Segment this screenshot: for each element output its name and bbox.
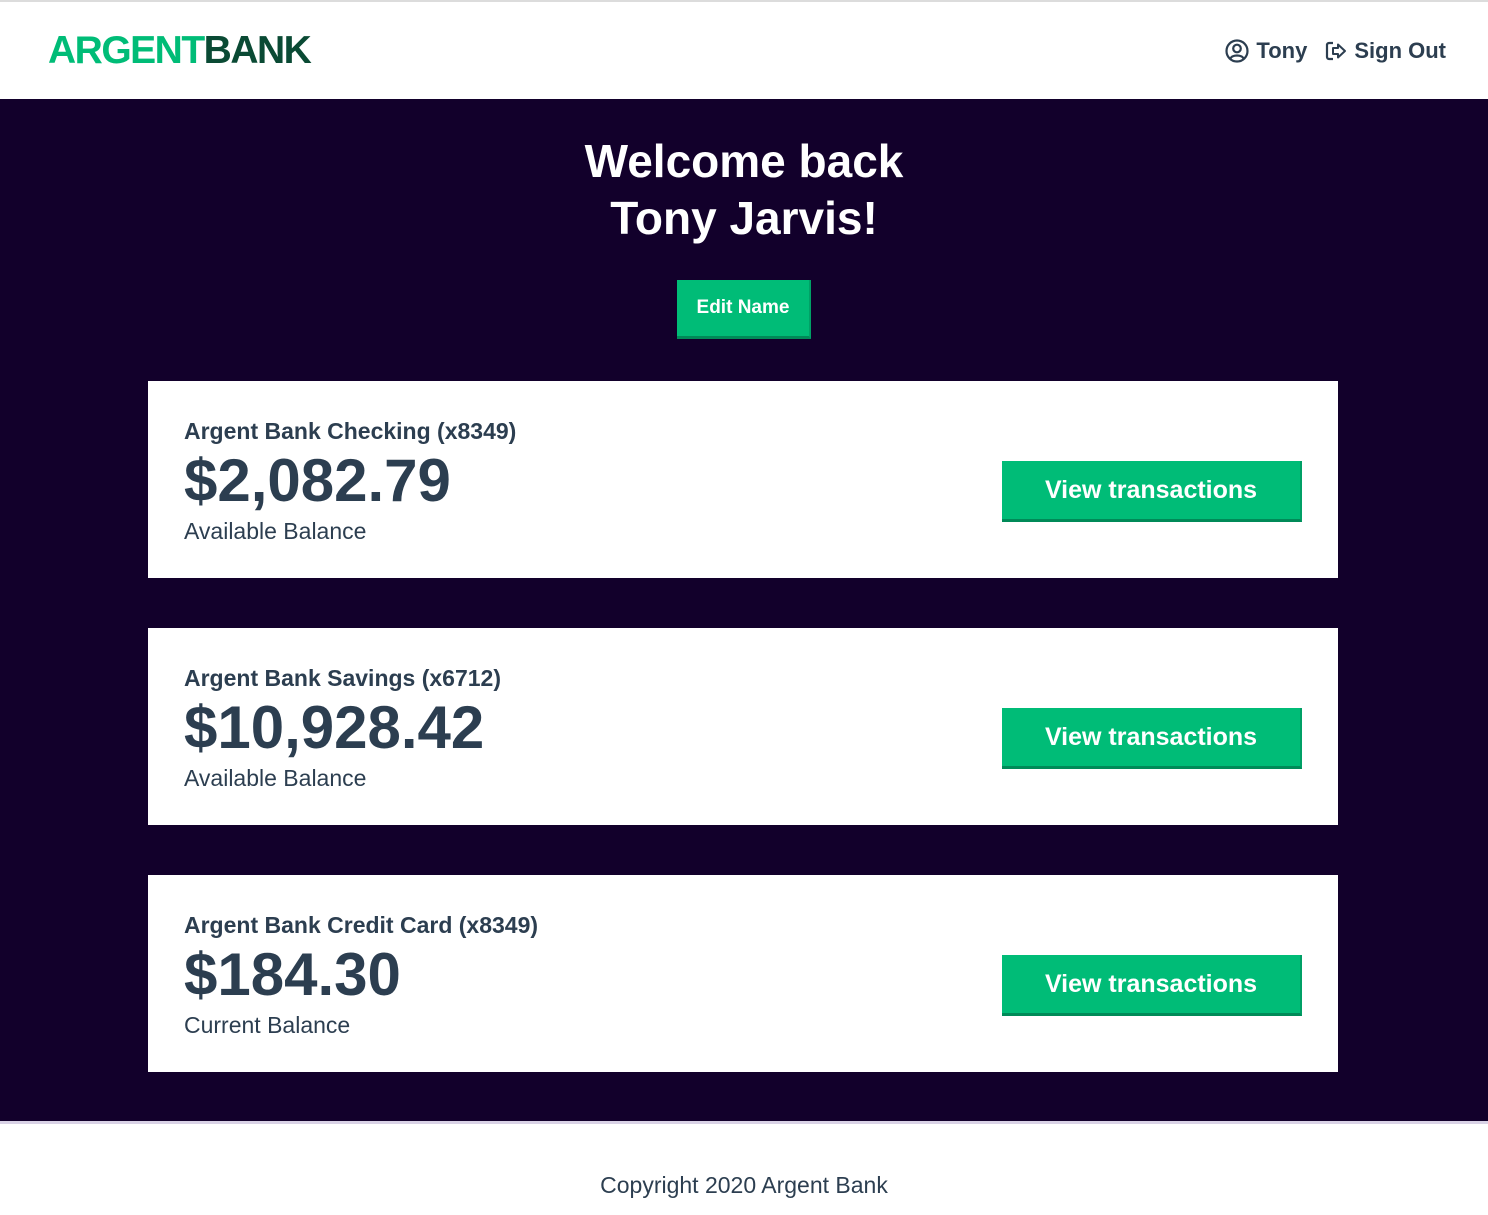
account-info: Argent Bank Checking (x8349) $2,082.79 A…	[184, 417, 516, 545]
account-amount: $2,082.79	[184, 447, 451, 514]
account-card: Argent Bank Checking (x8349) $2,082.79 A…	[148, 381, 1338, 578]
account-title: Argent Bank Checking (x8349)	[184, 418, 517, 444]
welcome-line-1: Welcome back	[584, 135, 904, 187]
account-amount-description: Current Balance	[184, 1012, 351, 1038]
nav-actions: Tony Sign Out	[1225, 38, 1446, 64]
sign-out-icon	[1325, 40, 1347, 62]
view-transactions-button[interactable]: View transactions	[1002, 708, 1302, 769]
account-info: Argent Bank Credit Card (x8349) $184.30 …	[184, 911, 538, 1039]
copyright-text: Copyright 2020 Argent Bank	[600, 1172, 888, 1198]
account-amount: $184.30	[184, 941, 401, 1008]
dashboard-main: Welcome back Tony Jarvis! Edit Name Arge…	[0, 99, 1488, 1121]
logo-text-argent: ARGENT	[48, 29, 205, 72]
view-transactions-button[interactable]: View transactions	[1002, 461, 1302, 522]
account-card: Argent Bank Credit Card (x8349) $184.30 …	[148, 875, 1338, 1072]
view-transactions-button[interactable]: View transactions	[1002, 955, 1302, 1016]
account-info: Argent Bank Savings (x6712) $10,928.42 A…	[184, 664, 501, 792]
user-circle-icon	[1225, 38, 1250, 63]
account-amount-description: Available Balance	[184, 765, 367, 791]
account-title: Argent Bank Credit Card (x8349)	[184, 912, 539, 938]
page-title: Welcome back Tony Jarvis!	[0, 133, 1488, 247]
user-name-label: Tony	[1256, 37, 1308, 63]
welcome-line-2: Tony Jarvis!	[610, 192, 878, 244]
welcome-header: Welcome back Tony Jarvis! Edit Name	[0, 99, 1488, 339]
brand-logo[interactable]: ARGENT BANK	[48, 29, 312, 72]
account-amount-description: Available Balance	[184, 518, 367, 544]
account-title: Argent Bank Savings (x6712)	[184, 665, 502, 691]
main-nav: ARGENT BANK Tony Sign Out	[0, 2, 1488, 99]
edit-name-button[interactable]: Edit Name	[677, 280, 811, 339]
sign-out-label: Sign Out	[1354, 37, 1446, 63]
logo-text-bank: BANK	[203, 29, 312, 72]
user-profile-link[interactable]: Tony	[1225, 38, 1307, 64]
page-footer: Copyright 2020 Argent Bank	[0, 1124, 1488, 1215]
account-amount: $10,928.42	[184, 694, 485, 761]
sign-out-link[interactable]: Sign Out	[1325, 38, 1446, 64]
account-card: Argent Bank Savings (x6712) $10,928.42 A…	[148, 628, 1338, 825]
